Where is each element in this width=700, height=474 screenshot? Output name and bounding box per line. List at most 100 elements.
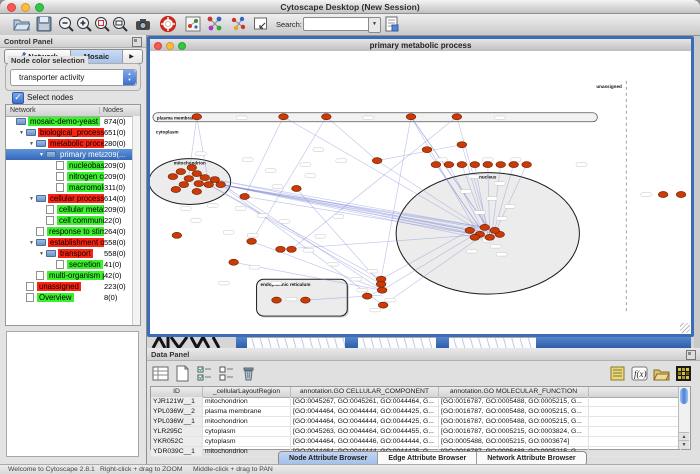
background-window-border[interactable]	[236, 337, 247, 348]
network-node[interactable]	[376, 281, 386, 287]
expander-icon[interactable]: ▼	[39, 251, 46, 257]
network-node[interactable]	[176, 169, 186, 175]
network-node[interactable]	[184, 176, 194, 182]
zoom-in-icon[interactable]	[75, 15, 93, 33]
unselect-all-attributes-icon[interactable]	[218, 365, 235, 382]
vizmapper-icon[interactable]	[206, 15, 224, 33]
expander-icon[interactable]: ▼	[19, 130, 26, 136]
network-node[interactable]	[485, 234, 495, 240]
formula-builder-icon[interactable]: f(x)	[631, 365, 648, 382]
network-node[interactable]	[457, 162, 467, 168]
tree-row[interactable]: nucleobase-209(0)	[6, 160, 140, 171]
network-node[interactable]	[200, 175, 210, 181]
network-node[interactable]	[676, 192, 686, 198]
tree-row[interactable]: ▼cellular process614(0)	[6, 193, 140, 204]
network-node[interactable]	[377, 287, 387, 293]
network-node[interactable]	[431, 162, 441, 168]
network-node[interactable]	[179, 182, 189, 188]
zoom-selected-icon[interactable]	[93, 15, 111, 33]
network-node[interactable]	[292, 186, 302, 192]
tree-row[interactable]: secretion41(0)	[6, 259, 140, 270]
help-lifebuoy-icon[interactable]	[159, 15, 177, 33]
attribute-editor-icon[interactable]	[609, 365, 626, 382]
network-node[interactable]	[378, 302, 388, 308]
column-header[interactable]: annotation.GO CELLULAR_COMPONENT	[291, 387, 439, 397]
column-header[interactable]: ID	[151, 387, 203, 397]
filter-network-icon[interactable]	[230, 15, 248, 33]
network-node[interactable]	[372, 158, 382, 164]
network-node[interactable]	[457, 142, 467, 148]
network-node[interactable]	[470, 234, 480, 240]
expander-icon[interactable]: ▼	[39, 152, 46, 158]
network-edge[interactable]	[326, 117, 377, 161]
network-node[interactable]	[272, 297, 282, 303]
tree-row[interactable]: unassigned223(0)	[6, 281, 140, 292]
tree-row[interactable]: cell communicat22(0)	[6, 215, 140, 226]
network-node[interactable]	[452, 114, 462, 120]
table-scrollbar[interactable]: ▲ ▼	[678, 387, 690, 449]
network-node[interactable]	[194, 181, 204, 187]
tree-row[interactable]: ▼biological_process651(0)	[6, 127, 140, 138]
delete-attribute-icon[interactable]	[240, 365, 257, 382]
network-node[interactable]	[171, 187, 181, 193]
search-dropdown-arrow-icon[interactable]: ▼	[368, 17, 381, 33]
column-header[interactable]: _cellularLayoutRegion	[203, 387, 291, 397]
tree-row[interactable]: macromolecule311(0)	[6, 182, 140, 193]
column-header[interactable]	[589, 387, 681, 397]
search-index-icon[interactable]	[383, 15, 401, 33]
snapshot-camera-icon[interactable]	[134, 15, 152, 33]
network-node[interactable]	[172, 232, 182, 238]
network-node[interactable]	[490, 227, 500, 233]
float-panel-icon[interactable]	[132, 37, 142, 47]
select-nodes-checkbox[interactable]: ✓	[12, 92, 24, 104]
tree-row[interactable]: Overview8(0)	[6, 292, 140, 303]
network-node[interactable]	[276, 246, 286, 252]
network-node[interactable]	[444, 162, 454, 168]
network-node[interactable]	[658, 192, 668, 198]
attribute-matrix-icon[interactable]	[675, 365, 692, 382]
scroll-down-icon[interactable]: ▼	[679, 440, 689, 449]
tree-row[interactable]: ▼primary metabo209(...	[6, 149, 140, 160]
network-node[interactable]	[240, 193, 250, 199]
tree-row[interactable]: mosaic-demo-yeast874(0)	[6, 116, 140, 127]
network-node[interactable]	[465, 227, 475, 233]
network-node[interactable]	[301, 297, 311, 303]
float-panel-icon[interactable]	[686, 350, 696, 360]
save-icon[interactable]	[35, 15, 53, 33]
column-header[interactable]: annotation.GO MOLECULAR_FUNCTION	[439, 387, 589, 397]
table-row[interactable]: YPL036W__1mitochondrion[GO:0044464, GO:0…	[151, 417, 681, 427]
tree-row[interactable]: ▼metabolic process280(0)	[6, 138, 140, 149]
tree-row[interactable]: ▼transport558(0)	[6, 248, 140, 259]
table-row[interactable]: YPL036W__2plasma membrane[GO:0044464, GO…	[151, 407, 681, 417]
network-node[interactable]	[496, 162, 506, 168]
open-folder-icon[interactable]	[12, 15, 30, 33]
network-node[interactable]	[187, 165, 197, 171]
background-window-border[interactable]	[345, 337, 358, 348]
network-node[interactable]	[422, 147, 432, 153]
expander-icon[interactable]: ▼	[29, 240, 36, 246]
network-node[interactable]	[168, 174, 178, 180]
table-row[interactable]: YLR295Ccytoplasm[GO:0045263, GO:0044464,…	[151, 427, 681, 437]
tree-row[interactable]: cellular metabol209(0)	[6, 204, 140, 215]
network-node[interactable]	[362, 293, 372, 299]
network-node[interactable]	[287, 246, 297, 252]
zoom-out-icon[interactable]	[57, 15, 75, 33]
node-color-dropdown[interactable]: transporter activity ▲▼	[10, 69, 137, 86]
network-node[interactable]	[406, 114, 416, 120]
tree-scrollbar[interactable]	[132, 116, 140, 325]
network-overview-icon[interactable]	[184, 15, 202, 33]
tree-row[interactable]: multi-organism pro42(0)	[6, 270, 140, 281]
expander-icon[interactable]: ▼	[29, 196, 36, 202]
network-node[interactable]	[279, 114, 289, 120]
expander-icon[interactable]: ▼	[29, 141, 36, 147]
import-attributes-icon[interactable]	[653, 365, 670, 382]
network-canvas[interactable]: plasma membranecytoplasmmitochondrionnuc…	[150, 51, 691, 334]
network-node[interactable]	[192, 189, 202, 195]
network-node[interactable]	[229, 259, 239, 265]
tree-row[interactable]: ▼establishment of lo558(0)	[6, 237, 140, 248]
network-node[interactable]	[509, 162, 519, 168]
network-node[interactable]	[522, 162, 532, 168]
network-node[interactable]	[322, 114, 332, 120]
tree-row[interactable]: response to stimulu264(0)	[6, 226, 140, 237]
network-node[interactable]	[192, 171, 202, 177]
